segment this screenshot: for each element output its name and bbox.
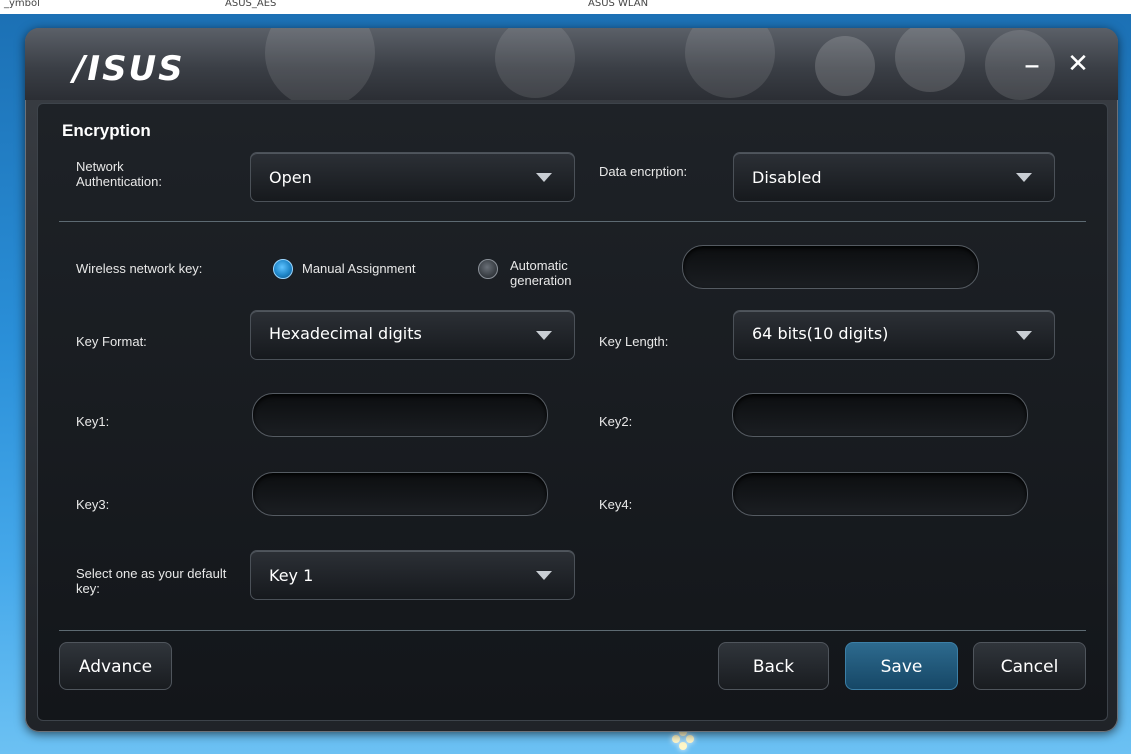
advance-button[interactable]: Advance (59, 642, 172, 690)
close-button[interactable]: ✕ (1061, 48, 1095, 82)
dropdown-value: Hexadecimal digits (269, 324, 422, 343)
key-length-label: Key Length: (599, 334, 669, 349)
default-key-dropdown[interactable]: Key 1 (250, 550, 575, 600)
dropdown-arrow-icon (1016, 331, 1032, 340)
desktop-label: ASUS_AES (225, 0, 277, 9)
automatic-generation-radio[interactable] (478, 259, 498, 279)
key4-text[interactable] (733, 473, 1027, 515)
key1-input[interactable] (252, 393, 548, 437)
key-length-dropdown[interactable]: 64 bits(10 digits) (733, 310, 1055, 360)
manual-assignment-label: Manual Assignment (302, 261, 416, 276)
desktop-label: _ymbol (4, 0, 40, 9)
passphrase-input[interactable] (682, 245, 979, 289)
network-authentication-label: Network Authentication: (76, 159, 163, 189)
key3-label: Key3: (76, 497, 110, 512)
dropdown-value: Disabled (752, 168, 822, 187)
save-button[interactable]: Save (845, 642, 958, 690)
cancel-button[interactable]: Cancel (973, 642, 1086, 690)
dropdown-arrow-icon (536, 571, 552, 580)
dropdown-value: 64 bits(10 digits) (752, 324, 889, 343)
encryption-panel: Encryption Network Authentication: Open … (37, 103, 1108, 721)
desktop-icon-labels: _ymbol ASUS_AES ASUS WLAN (0, 0, 1131, 14)
title-bar[interactable]: /ISUS – ✕ (25, 28, 1118, 100)
manual-assignment-radio[interactable] (273, 259, 293, 279)
section-heading: Encryption (62, 121, 151, 140)
minimize-button[interactable]: – (1015, 48, 1049, 82)
key-format-label: Key Format: (76, 334, 147, 349)
key3-text[interactable] (253, 473, 547, 515)
dropdown-arrow-icon (536, 331, 552, 340)
dropdown-arrow-icon (1016, 173, 1032, 182)
dropdown-value: Open (269, 168, 312, 187)
automatic-generation-label: Automatic generation (510, 258, 572, 288)
dropdown-value: Key 1 (269, 566, 314, 585)
data-encryption-dropdown[interactable]: Disabled (733, 152, 1055, 202)
data-encryption-label: Data encrption: (599, 164, 688, 179)
default-key-label: Select one as your default key: (76, 566, 227, 596)
wireless-network-key-label: Wireless network key: (76, 261, 203, 276)
key1-text[interactable] (253, 394, 547, 436)
key4-input[interactable] (732, 472, 1028, 516)
key3-input[interactable] (252, 472, 548, 516)
dropdown-arrow-icon (536, 173, 552, 182)
passphrase-text[interactable] (683, 246, 978, 288)
asus-logo: /ISUS (73, 49, 185, 89)
asus-wlan-window: /ISUS – ✕ Encryption Network Authenticat… (25, 28, 1118, 732)
network-authentication-dropdown[interactable]: Open (250, 152, 575, 202)
key2-input[interactable] (732, 393, 1028, 437)
back-button[interactable]: Back (718, 642, 829, 690)
divider (59, 630, 1086, 631)
key4-label: Key4: (599, 497, 633, 512)
desktop-label: ASUS WLAN (588, 0, 649, 9)
key-format-dropdown[interactable]: Hexadecimal digits (250, 310, 575, 360)
divider (59, 221, 1086, 222)
key1-label: Key1: (76, 414, 110, 429)
key2-text[interactable] (733, 394, 1027, 436)
key2-label: Key2: (599, 414, 633, 429)
